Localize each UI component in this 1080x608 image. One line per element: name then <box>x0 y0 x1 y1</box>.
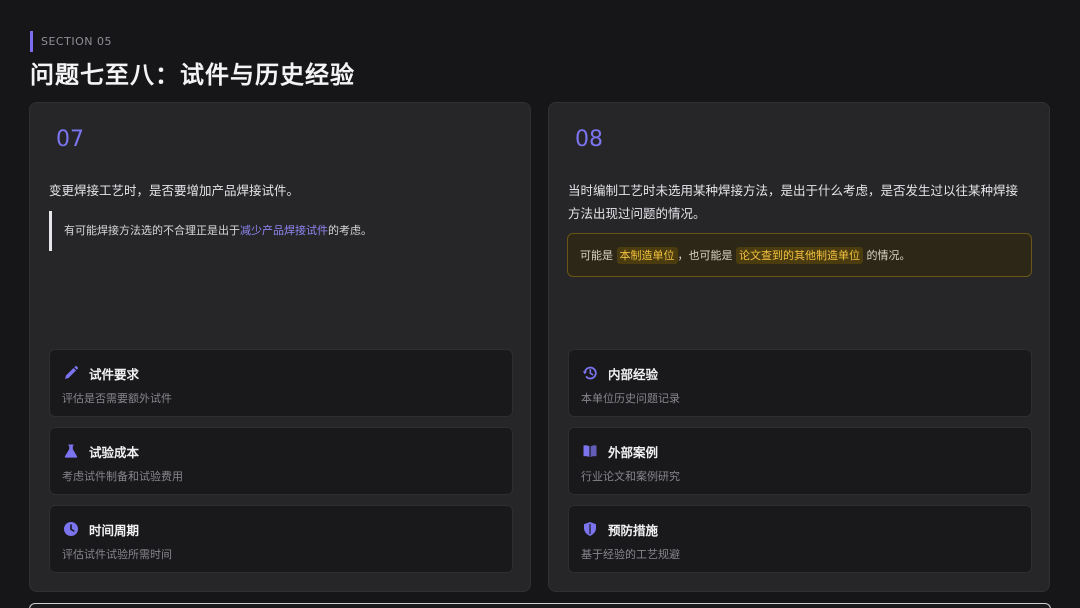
answer-note: 可能是 本制造单位 ，也可能是 论文查到的其他制造单位 的情况。 <box>567 233 1032 277</box>
shield-icon <box>582 521 598 537</box>
item-subtitle: 本单位历史问题记录 <box>581 392 680 405</box>
note-highlight-chip: 论文查到的其他制造单位 <box>736 247 863 264</box>
question-number: 07 <box>56 127 84 152</box>
item-internal-experience: 内部经验 本单位历史问题记录 <box>568 349 1032 417</box>
item-title: 试验成本 <box>89 445 140 460</box>
item-title: 外部案例 <box>608 445 659 460</box>
history-icon <box>582 365 598 381</box>
quote-text-end: 的考虑。 <box>328 224 372 237</box>
item-title: 试件要求 <box>89 367 140 382</box>
note-text: 可能是 <box>580 249 613 262</box>
pencil-icon <box>63 365 79 381</box>
question-number: 08 <box>575 127 603 152</box>
note-text: ，也可能是 <box>677 249 733 262</box>
book-icon <box>582 443 598 459</box>
question-card-07: 07 变更焊接工艺时，是否要增加产品焊接试件。 有可能焊接方法选的不合理正是出于… <box>29 102 531 592</box>
next-panel-edge <box>29 603 1051 608</box>
item-external-cases: 外部案例 行业论文和案例研究 <box>568 427 1032 495</box>
item-subtitle: 评估试件试验所需时间 <box>62 548 172 561</box>
item-subtitle: 基于经验的工艺规避 <box>581 548 680 561</box>
item-subtitle: 评估是否需要额外试件 <box>62 392 172 405</box>
item-title: 预防措施 <box>608 523 659 538</box>
item-title: 内部经验 <box>608 367 659 382</box>
item-subtitle: 考虑试件制备和试验费用 <box>62 470 183 483</box>
flask-icon <box>63 443 79 459</box>
item-title: 时间周期 <box>89 523 140 538</box>
question-text: 变更焊接工艺时，是否要增加产品焊接试件。 <box>49 183 300 198</box>
item-test-cost: 试验成本 考虑试件制备和试验费用 <box>49 427 513 495</box>
question-card-08: 08 当时编制工艺时未选用某种焊接方法，是出于什么考虑，是否发生过以往某种焊接方… <box>548 102 1050 592</box>
question-text: 当时编制工艺时未选用某种焊接方法，是出于什么考虑，是否发生过以往某种焊接方法出现… <box>568 183 1019 221</box>
answer-quote: 有可能焊接方法选的不合理正是出于减少产品焊接试件的考虑。 <box>49 211 499 251</box>
note-highlight-chip: 本制造单位 <box>616 247 678 264</box>
page-title: 问题七至八：试件与历史经验 <box>30 61 355 89</box>
section-tag: SECTION 05 <box>30 31 112 52</box>
item-subtitle: 行业论文和案例研究 <box>581 470 680 483</box>
quote-text: 有可能焊接方法选的不合理正是出于 <box>64 224 240 237</box>
quote-highlight: 减少产品焊接试件 <box>240 224 328 237</box>
item-time-period: 时间周期 评估试件试验所需时间 <box>49 505 513 573</box>
clock-icon <box>63 521 79 537</box>
item-trial-requirement: 试件要求 评估是否需要额外试件 <box>49 349 513 417</box>
item-preventive-measures: 预防措施 基于经验的工艺规避 <box>568 505 1032 573</box>
note-text: 的情况。 <box>866 249 911 262</box>
